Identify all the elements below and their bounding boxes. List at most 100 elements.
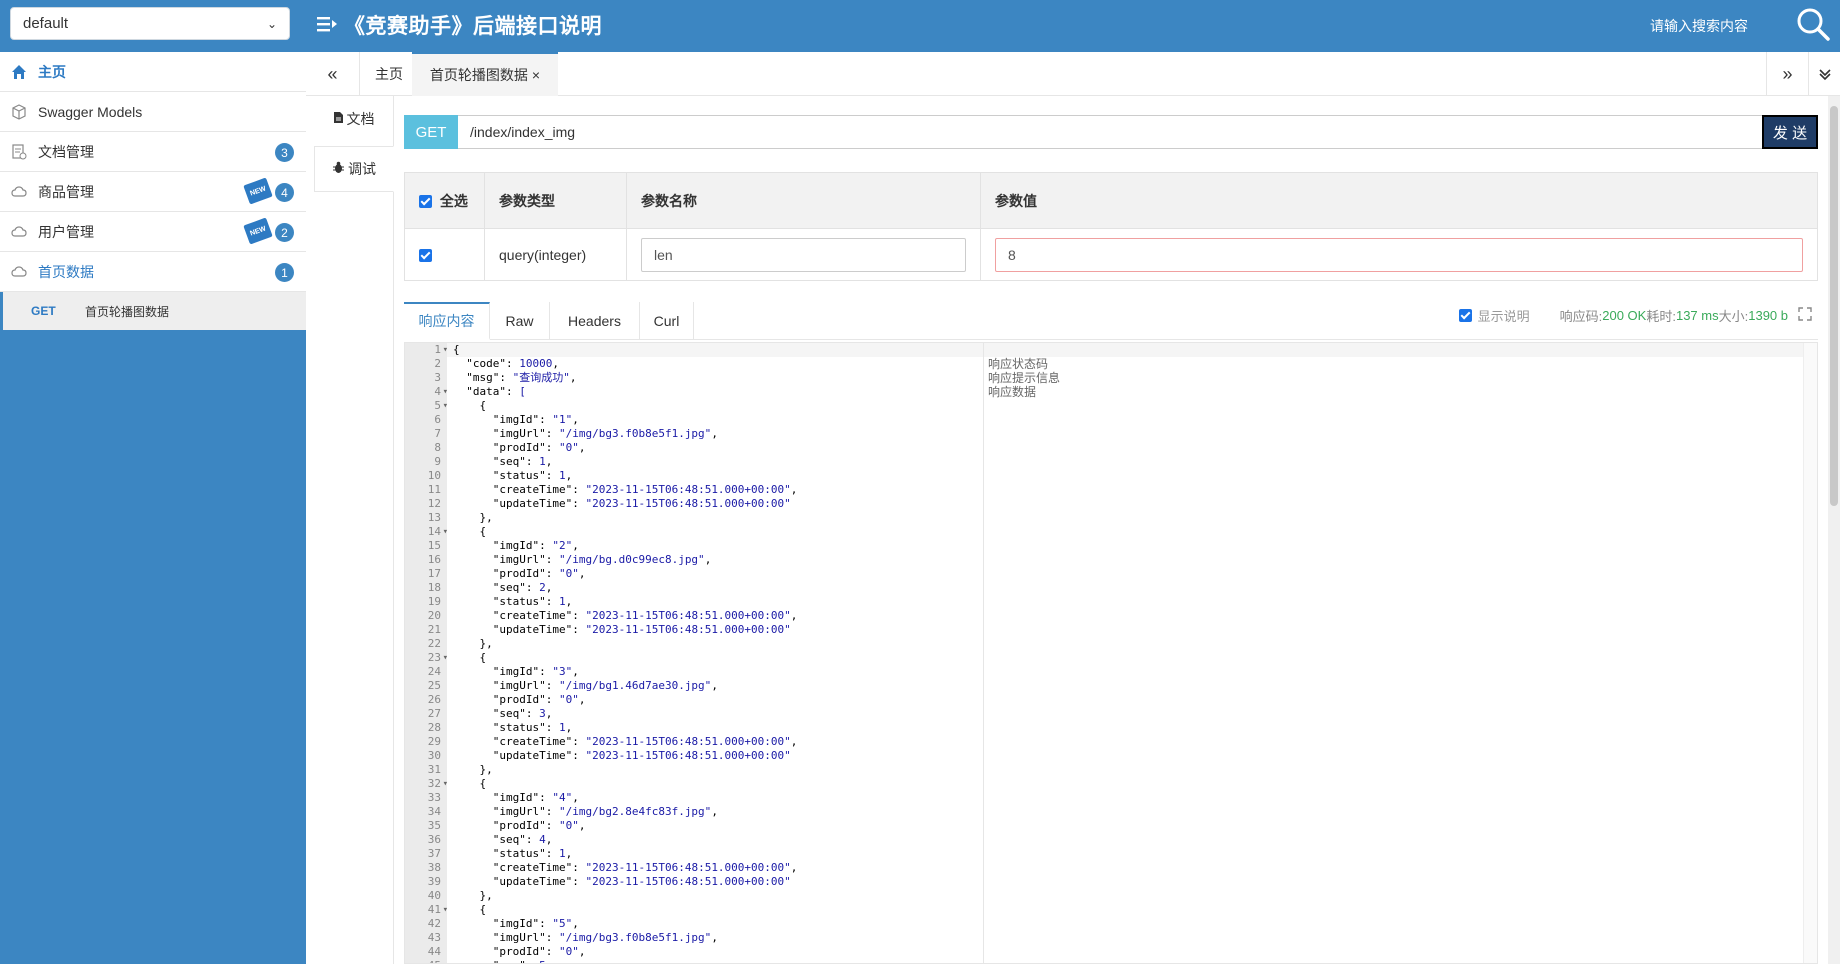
line-number: 13: [427, 511, 441, 524]
line-number: 7: [434, 427, 441, 440]
code-line: "createTime": "2023-11-15T06:48:51.000+0…: [492, 735, 798, 748]
tab-response-content[interactable]: 响应内容: [404, 302, 490, 340]
tabs-scroll-right-icon[interactable]: »: [1766, 52, 1808, 96]
line-number: 10: [427, 469, 441, 482]
tab-doc[interactable]: 文档: [314, 96, 393, 142]
file-icon: [333, 111, 344, 127]
comment-divider: [983, 343, 984, 963]
param-name-cell: len: [626, 228, 981, 281]
code-line: "imgId": "3",: [492, 665, 579, 678]
code-line: "prodId": "0",: [492, 693, 586, 706]
line-number: 41: [405, 903, 448, 917]
tab-index-img[interactable]: 首页轮播图数据 ×: [412, 52, 558, 96]
search-icon[interactable]: [1795, 6, 1831, 42]
line-number: 35: [427, 819, 441, 832]
tab-debug[interactable]: 调试: [314, 146, 394, 192]
line-number: 19: [427, 595, 441, 608]
status-code-value: 200 OK: [1602, 308, 1647, 323]
code-line: "status": 1,: [492, 469, 573, 482]
code-line: "imgId": "4",: [492, 791, 579, 804]
code-line: "updateTime": "2023-11-15T06:48:51.000+0…: [492, 875, 791, 888]
table-row: query(integer) len 8: [404, 228, 1818, 281]
tab-curl[interactable]: Curl: [640, 302, 694, 340]
code-line: "prodId": "0",: [492, 819, 586, 832]
fullscreen-icon[interactable]: [1798, 307, 1812, 324]
url-input[interactable]: /index/index_img: [458, 115, 1763, 149]
send-button[interactable]: 发 送: [1762, 115, 1818, 149]
line-number: 12: [427, 497, 441, 510]
code-line: "seq": 5,: [453, 959, 993, 963]
line-number: 25: [427, 679, 441, 692]
code-line: "createTime": "2023-11-15T06:48:51.000+0…: [492, 609, 798, 622]
code-line: "updateTime": "2023-11-15T06:48:51.000+0…: [492, 497, 791, 510]
line-number: 43: [427, 931, 441, 944]
param-name-input[interactable]: len: [641, 237, 966, 272]
http-method-badge: GET: [404, 115, 458, 149]
page-scrollbar[interactable]: [1828, 96, 1840, 964]
menu-toggle-icon[interactable]: [316, 13, 338, 35]
line-number: 33: [427, 791, 441, 804]
select-all-header[interactable]: 全选: [404, 172, 485, 229]
group-select[interactable]: default ⌄: [10, 7, 290, 40]
home-icon: [10, 63, 28, 81]
tabs-menu-icon[interactable]: [1808, 52, 1840, 96]
editor-scrollbar[interactable]: [1803, 343, 1817, 963]
line-number: 15: [427, 539, 441, 552]
sidebar-item-label: 首页数据: [38, 263, 94, 280]
code-line: "createTime": "2023-11-15T06:48:51.000+0…: [492, 483, 798, 496]
code-line: {: [453, 651, 487, 664]
code-line: "imgUrl": "/img/bg3.f0b8e5f1.jpg",: [492, 427, 718, 440]
tab-raw[interactable]: Raw: [490, 302, 550, 340]
chevron-down-icon: ⌄: [266, 16, 277, 31]
tab-label: 调试: [348, 161, 376, 177]
tabs-scroll-left-icon[interactable]: «: [306, 52, 360, 96]
line-number: 6: [434, 413, 441, 426]
cloud-icon: [10, 183, 28, 201]
code-line: "imgUrl": "/img/bg2.8e4fc83f.jpg",: [492, 805, 718, 818]
show-desc-checkbox[interactable]: [1458, 309, 1472, 322]
tab-headers[interactable]: Headers: [550, 302, 640, 340]
code-line: },: [453, 763, 493, 776]
sidebar-item-swagger-models[interactable]: Swagger Models: [0, 92, 306, 132]
time-value: 137 ms: [1675, 308, 1719, 323]
param-value-header: 参数值: [980, 172, 1818, 229]
line-number: 45: [405, 959, 447, 963]
line-number: 9: [434, 455, 441, 468]
response-meta: 显示说明 响应码: 200 OK 耗时: 137 ms 大小: 1390 b: [1458, 306, 1812, 325]
select-all-checkbox[interactable]: [419, 195, 432, 209]
code-line: "imgId": "5",: [492, 917, 579, 930]
tab-home[interactable]: 主页: [360, 52, 418, 96]
line-number: 31: [427, 763, 441, 776]
doc-settings-icon: [10, 143, 28, 161]
close-icon[interactable]: ×: [532, 67, 540, 83]
code-line: "imgId": "1",: [492, 413, 579, 426]
sidebar-item-doc-management[interactable]: 文档管理 3: [0, 132, 306, 172]
param-value-input[interactable]: 8: [995, 237, 1803, 272]
count-badge: 4: [275, 183, 294, 202]
comment-line: 响应状态码: [988, 357, 1049, 371]
search-input[interactable]: 请输入搜索内容: [1650, 16, 1748, 36]
scrollbar-thumb[interactable]: [1830, 106, 1838, 506]
line-number: 36: [427, 833, 441, 846]
top-bar: default ⌄ 《竞赛助手》后端接口说明 请输入搜索内容: [0, 0, 1840, 52]
row-checkbox[interactable]: [419, 249, 432, 263]
line-number: 4: [405, 385, 448, 399]
sidebar-item-label: Swagger Models: [38, 103, 143, 120]
code-line: },: [453, 637, 493, 650]
line-number: 1: [405, 343, 448, 357]
time-label: 耗时:: [1646, 309, 1676, 324]
app-title: 《竞赛助手》后端接口说明: [344, 15, 602, 38]
sidebar-item-home[interactable]: 主页: [0, 52, 306, 92]
sidebar-item-home-data[interactable]: 首页数据 1: [0, 252, 306, 292]
size-label: 大小:: [1718, 309, 1749, 324]
sidebar-item-user-management[interactable]: 用户管理 NEW 2: [0, 212, 306, 252]
params-table: 全选 参数类型 参数名称 参数值 query(integer) len 8: [404, 172, 1818, 281]
tab-label: 主页: [375, 66, 403, 82]
select-all-label: 全选: [439, 192, 468, 209]
sidebar-item-product-management[interactable]: 商品管理 NEW 4: [0, 172, 306, 212]
sidebar-subitem-index-img[interactable]: GET 首页轮播图数据: [0, 292, 306, 330]
line-number: 30: [427, 749, 441, 762]
debug-panel: GET /index/index_img 发 送 全选 参数类型 参数名称 参数…: [404, 96, 1820, 964]
line-number: 14: [405, 525, 448, 539]
response-editor[interactable]: 1234567891011121314151617181920212223242…: [404, 342, 1818, 964]
